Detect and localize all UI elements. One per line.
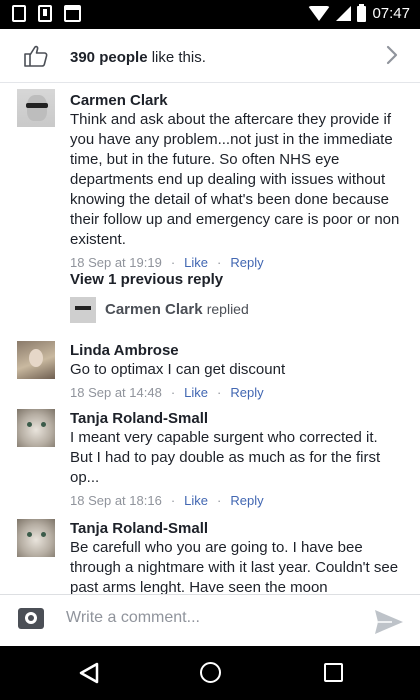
comment-text: Be carefull who you are going to. I have… bbox=[70, 539, 399, 596]
comment-composer bbox=[0, 594, 420, 646]
comment-meta: 18 Sep at 14:48 · Like · Reply bbox=[70, 384, 400, 401]
send-icon[interactable] bbox=[374, 609, 404, 635]
wifi-icon bbox=[308, 6, 331, 21]
separator-dot: · bbox=[170, 385, 176, 400]
like-button[interactable]: Like bbox=[184, 255, 208, 270]
recents-icon[interactable] bbox=[324, 663, 343, 682]
comment-time: 18 Sep at 19:19 bbox=[70, 255, 162, 270]
like-button[interactable]: Like bbox=[184, 493, 208, 508]
separator-dot: · bbox=[170, 493, 176, 508]
view-previous-reply[interactable]: View 1 previous reply bbox=[70, 271, 223, 288]
comment-time: 18 Sep at 18:16 bbox=[70, 493, 162, 508]
comment-input[interactable] bbox=[66, 609, 346, 627]
comment-time: 18 Sep at 14:48 bbox=[70, 385, 162, 400]
comment-text: Go to optimax I can get discount bbox=[70, 361, 286, 378]
comment-text: Think and ask about the aftercare they p… bbox=[70, 111, 400, 248]
clock: 07:47 bbox=[372, 5, 410, 22]
comment-meta: 18 Sep at 18:16 · Like · Reply bbox=[70, 492, 400, 509]
likes-count: 390 people bbox=[70, 49, 148, 66]
reply-button[interactable]: Reply bbox=[230, 493, 263, 508]
back-icon[interactable] bbox=[78, 662, 100, 684]
comments-sheet: 390 people like this. Carmen Clark Think… bbox=[0, 29, 420, 646]
status-bar: 07:47 bbox=[0, 0, 420, 29]
home-icon[interactable] bbox=[200, 662, 221, 683]
comment-meta: 18 Sep at 19:19 · Like · Reply bbox=[70, 254, 400, 271]
likes-summary: 390 people like this. bbox=[70, 49, 206, 66]
chevron-right-icon[interactable] bbox=[386, 45, 398, 65]
comment-author[interactable]: Carmen Clark bbox=[70, 91, 400, 110]
thumbs-up-icon bbox=[24, 45, 48, 67]
reply-verb: replied bbox=[206, 301, 249, 317]
download-icon bbox=[38, 5, 52, 22]
avatar[interactable] bbox=[17, 89, 55, 127]
avatar[interactable] bbox=[17, 341, 55, 379]
signal-icon bbox=[336, 6, 352, 21]
separator-dot: · bbox=[217, 385, 222, 400]
reply-author: Carmen Clark bbox=[105, 301, 203, 318]
reply-preview[interactable]: Carmen Clark replied bbox=[70, 297, 370, 323]
android-nav-bar bbox=[0, 646, 420, 700]
bag-icon bbox=[64, 5, 81, 22]
comment-text: I meant very capable surgent who correct… bbox=[70, 429, 381, 486]
reply-button[interactable]: Reply bbox=[230, 255, 263, 270]
likes-suffix: like this. bbox=[151, 49, 206, 66]
camera-icon[interactable] bbox=[18, 608, 44, 629]
separator-dot: · bbox=[217, 255, 222, 270]
battery-icon bbox=[357, 3, 367, 22]
like-button[interactable]: Like bbox=[184, 385, 208, 400]
avatar[interactable] bbox=[17, 409, 55, 447]
separator-dot: · bbox=[217, 493, 222, 508]
avatar[interactable] bbox=[17, 519, 55, 557]
comment-author[interactable]: Tanja Roland-Small bbox=[70, 409, 400, 428]
avatar bbox=[70, 297, 96, 323]
likes-row[interactable]: 390 people like this. bbox=[0, 29, 420, 83]
reply-button[interactable]: Reply bbox=[230, 385, 263, 400]
phone-icon bbox=[12, 5, 26, 22]
separator-dot: · bbox=[170, 255, 176, 270]
comment-author[interactable]: Linda Ambrose bbox=[70, 341, 400, 360]
comment-author[interactable]: Tanja Roland-Small bbox=[70, 519, 400, 538]
